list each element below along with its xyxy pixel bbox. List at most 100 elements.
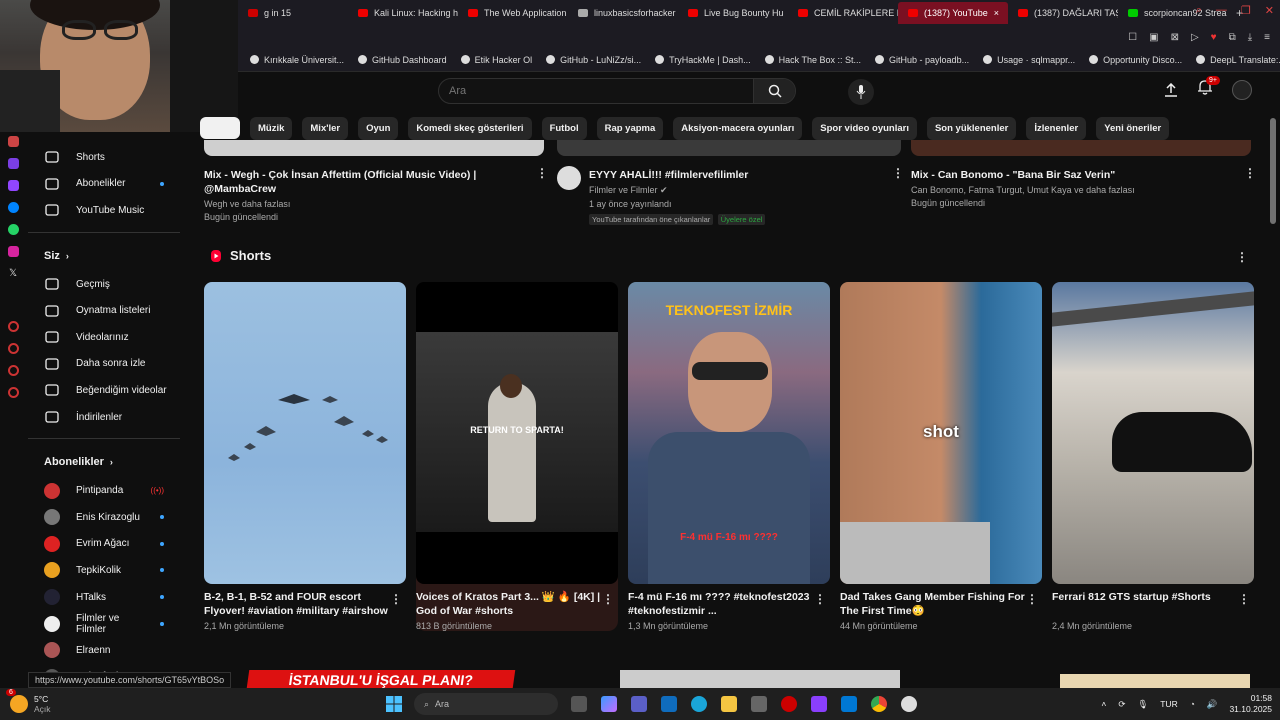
heart-icon[interactable]: ♥ (1211, 32, 1217, 43)
bookmark-item[interactable]: GitHub Dashboard (358, 55, 447, 65)
voice-search-button[interactable] (848, 79, 874, 105)
browser-tab[interactable]: (1387) DAĞLARI TAŞ (1008, 2, 1118, 24)
bookmark-item[interactable]: Kırıkkale Üniversit... (250, 55, 344, 65)
chip-7[interactable]: Aksiyon-macera oyunları (673, 116, 803, 140)
sidebar-item[interactable]: Abonelikler (28, 171, 180, 198)
clock[interactable]: 01:58 31.10.2025 (1229, 693, 1272, 715)
chevron-up-icon[interactable]: ˄ (1101, 699, 1106, 709)
close-icon[interactable]: ✕ (1265, 4, 1274, 17)
x-icon[interactable]: 𝕏 (9, 268, 17, 279)
short-thumbnail[interactable] (204, 282, 406, 584)
sidebar-item[interactable]: Beğendiğim videolar (28, 377, 180, 404)
chip-2[interactable]: Mix'ler (302, 116, 349, 140)
browser-tab[interactable]: Live Bug Bounty Hu (678, 2, 788, 24)
clock-icon[interactable] (7, 343, 19, 354)
sidebar-item[interactable]: Elraenn (28, 637, 180, 664)
microphone-icon[interactable]: 🎙 (1137, 699, 1148, 710)
app-icon[interactable] (7, 136, 19, 147)
chip-8[interactable]: Spor video oyunları (812, 116, 917, 140)
chip-4[interactable]: Komedi skeç gösterileri (408, 116, 532, 140)
next-video-thumbnail[interactable] (1060, 674, 1250, 688)
bookmark-item[interactable]: Usage · sqlmappr... (983, 55, 1075, 65)
short-card[interactable]: TEKNOFEST İZMİR F-4 mü F-16 mı ???? F-4 … (628, 282, 830, 631)
short-title[interactable]: F-4 mü F-16 mı ???? #teknofest2023 #tekn… (628, 590, 830, 618)
sidebar-item[interactable]: TepkiKolik (28, 557, 180, 584)
video-card[interactable]: Mix - Wegh - Çok İnsan Affettim (Officia… (204, 140, 544, 222)
browser-tab[interactable]: g in 15 (238, 2, 348, 24)
visual-studio-icon[interactable] (811, 696, 827, 712)
account-avatar[interactable] (1232, 80, 1252, 100)
restore-icon[interactable]: ❐ (1241, 4, 1251, 17)
github-desktop-icon[interactable] (901, 696, 917, 712)
vscode-icon[interactable] (841, 696, 857, 712)
bookmark-item[interactable]: GitHub - LuNiZz/si... (546, 55, 641, 65)
sidebar-item[interactable]: Evrim Ağacı (28, 531, 180, 558)
chip-1[interactable]: Müzik (250, 116, 293, 140)
whatsapp-icon[interactable] (7, 224, 19, 235)
video-card[interactable]: EYYY AHALİ!!! #filmlervefilimler Filmler… (557, 140, 901, 227)
browser-tab[interactable]: Kali Linux: Hacking h (348, 2, 458, 24)
chip-6[interactable]: Rap yapma (596, 116, 664, 140)
short-title[interactable]: B-2, B-1, B-52 and FOUR escort Flyover! … (204, 590, 406, 618)
short-title[interactable]: Voices of Kratos Part 3... 👑 🔥 [4K] | Go… (416, 590, 618, 618)
short-title[interactable]: Ferrari 812 GTS startup #Shorts (1052, 590, 1254, 618)
volume-icon[interactable]: 🔊 (1207, 699, 1218, 710)
file-explorer-icon[interactable] (721, 696, 737, 712)
more-options-icon[interactable]: ⋮ (390, 592, 402, 606)
browser-tab[interactable]: The Web Application (458, 2, 568, 24)
task-view-icon[interactable] (571, 696, 587, 712)
channel-avatar[interactable] (557, 166, 581, 190)
bookmark-item[interactable]: Etik Hacker Ol (460, 55, 532, 65)
short-thumbnail[interactable]: shot (840, 282, 1042, 584)
browser-tab[interactable]: linuxbasicsforhacker (568, 2, 678, 24)
sidebar-item[interactable]: Shorts (28, 144, 180, 171)
more-options-icon[interactable]: ⋮ (1244, 166, 1256, 180)
language-indicator[interactable]: TUR (1160, 699, 1177, 709)
bookmark-icon[interactable]: ☐ (1128, 32, 1137, 43)
more-options-icon[interactable]: ⋮ (892, 166, 904, 180)
bookmark-item[interactable]: Hack The Box :: St... (764, 55, 861, 65)
sidebar-item[interactable]: Daha fazla göster (28, 664, 180, 672)
sidebar-item[interactable]: YouTube Music (28, 197, 180, 224)
copilot-icon[interactable] (601, 696, 617, 712)
scrollbar[interactable] (1270, 118, 1276, 224)
more-options-icon[interactable]: ⋮ (1236, 250, 1248, 264)
sidebar-item[interactable]: Oynatma listeleri (28, 297, 180, 324)
more-options-icon[interactable]: ⋮ (1026, 592, 1038, 606)
app-icon[interactable] (7, 321, 19, 332)
short-card[interactable]: B-2, B-1, B-52 and FOUR escort Flyover! … (204, 282, 406, 631)
sidebar-item[interactable]: Pintipanda ((•)) (28, 477, 180, 504)
minimize-icon[interactable]: — (1216, 4, 1227, 17)
play-icon[interactable]: ▷ (1191, 32, 1199, 43)
chip-5[interactable]: Futbol (541, 116, 587, 140)
notifications-button[interactable]: 9+ (1198, 76, 1220, 100)
browser-tab[interactable]: CEMİL RAKİPLERE K (788, 2, 898, 24)
outlook-icon[interactable] (661, 696, 677, 712)
browser-tab[interactable]: (1387) YouTube × (898, 2, 1008, 24)
subscriptions-section-header[interactable]: Abonelikler › (28, 447, 180, 477)
sidebar-item[interactable]: İndirilenler (28, 404, 180, 431)
chip-10[interactable]: İzlenenler (1026, 116, 1087, 140)
sidebar-item[interactable]: Daha sonra izle (28, 351, 180, 378)
taskbar-search[interactable]: ⌕ Ara (414, 693, 558, 715)
app-icon[interactable] (7, 158, 19, 169)
video-title[interactable]: Mix - Can Bonomo - "Bana Bir Saz Verin" (911, 168, 1251, 182)
short-thumbnail[interactable] (1052, 282, 1254, 584)
short-card[interactable]: shot Dad Takes Gang Member Fishing For T… (840, 282, 1042, 631)
chrome-icon[interactable] (871, 696, 887, 712)
video-title[interactable]: EYYY AHALİ!!! #filmlervefilimler (589, 168, 765, 182)
sidebar-item[interactable]: Filmler ve Filmler (28, 610, 180, 637)
search-input[interactable] (439, 85, 753, 97)
more-options-icon[interactable]: ⋮ (814, 592, 826, 606)
next-video-thumbnail[interactable] (620, 670, 900, 688)
you-section-header[interactable]: Siz › (28, 241, 180, 271)
extensions-icon[interactable]: ⊠ (1171, 32, 1179, 43)
sidebar-item[interactable]: Enis Kirazoglu (28, 504, 180, 531)
twitch-icon[interactable] (7, 180, 19, 191)
download-icon[interactable]: ⤓ (1248, 32, 1252, 43)
more-options-icon[interactable]: ⋮ (602, 592, 614, 606)
search-button[interactable] (753, 79, 795, 103)
chip-11[interactable]: Yeni öneriler (1096, 116, 1170, 140)
short-card[interactable]: Ferrari 812 GTS startup #Shorts 2,4 Mn g… (1052, 282, 1254, 631)
instagram-icon[interactable] (7, 246, 19, 257)
